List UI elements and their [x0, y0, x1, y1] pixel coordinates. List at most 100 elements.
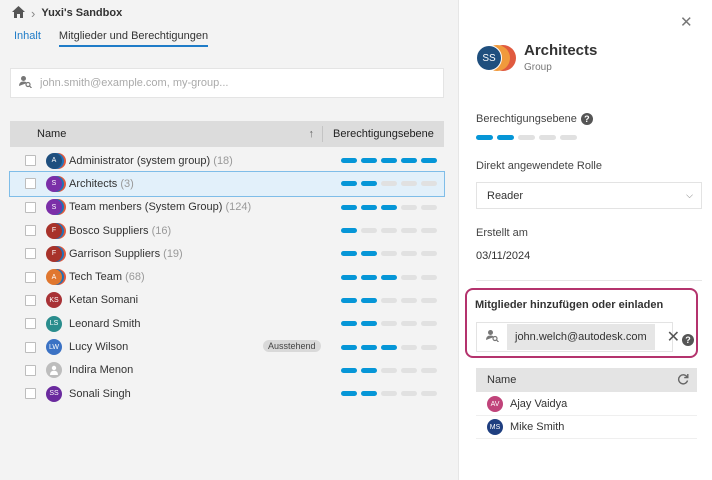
permission-level-bars	[341, 297, 437, 303]
table-row[interactable]: SS Sonali Singh	[10, 382, 444, 405]
permission-bar	[401, 204, 417, 210]
row-count: (18)	[213, 154, 233, 167]
permission-bar	[381, 274, 397, 280]
permission-bar	[381, 297, 397, 303]
row-checkbox[interactable]	[25, 271, 36, 283]
table-row[interactable]: LW Lucy Wilson Ausstehend	[10, 335, 444, 358]
table-header: Name ↑ Berechtigungsebene	[10, 121, 444, 147]
permission-level-bars	[341, 158, 437, 164]
permission-bar	[361, 274, 377, 280]
table-row[interactable]: KS Ketan Somani	[10, 289, 444, 312]
row-count: (16)	[151, 224, 172, 237]
permission-bar	[421, 274, 437, 280]
invite-chip: john.welch@autodesk.com	[507, 324, 655, 350]
permission-bar	[401, 181, 417, 187]
table-row[interactable]: S Team menbers (System Group) (124)	[10, 196, 444, 219]
permission-bar	[361, 344, 377, 350]
row-checkbox[interactable]	[25, 294, 36, 306]
row-count: (124)	[225, 201, 252, 214]
column-name[interactable]: Name ↑	[10, 128, 322, 140]
column-permission[interactable]: Berechtigungsebene	[322, 126, 444, 142]
row-checkbox[interactable]	[25, 341, 36, 353]
permission-bar	[341, 391, 357, 397]
clear-icon[interactable]: ✕	[667, 327, 680, 347]
project-title[interactable]: Yuxi's Sandbox	[41, 7, 122, 19]
invite-input[interactable]: john.welch@autodesk.com ✕	[476, 322, 680, 352]
row-checkbox[interactable]	[25, 225, 36, 237]
row-checkbox[interactable]	[25, 178, 36, 190]
permission-bar	[518, 135, 535, 140]
permission-level-bars	[341, 344, 437, 350]
search-input[interactable]	[40, 77, 420, 89]
user-icon	[46, 362, 62, 379]
permission-bar	[361, 181, 377, 187]
created-value: 03/11/2024	[476, 250, 531, 262]
permission-bar	[401, 367, 417, 373]
panel-title: Architects	[524, 42, 598, 59]
row-checkbox[interactable]	[25, 155, 36, 167]
row-count: (19)	[163, 247, 183, 260]
member-name: Mike Smith	[510, 421, 565, 433]
permission-bar	[361, 158, 377, 164]
help-icon[interactable]: ?	[580, 113, 593, 126]
permission-bar	[361, 367, 377, 373]
table-row[interactable]: LS Leonard Smith	[10, 312, 444, 335]
list-item[interactable]: MS Mike Smith	[476, 416, 697, 439]
permission-bar	[361, 297, 377, 303]
permission-bar	[421, 158, 437, 164]
tab-inhalt[interactable]: Inhalt	[14, 30, 41, 47]
row-checkbox[interactable]	[25, 388, 36, 400]
row-name: Garrison Suppliers (19)	[69, 247, 183, 260]
tab-members[interactable]: Mitglieder und Berechtigungen	[58, 30, 209, 47]
table-row[interactable]: F Bosco Suppliers (16)	[10, 219, 444, 242]
table-row[interactable]: S Architects (3)	[9, 171, 445, 197]
table-row[interactable]: A Administrator (system group) (18)	[10, 149, 444, 172]
row-checkbox[interactable]	[25, 248, 36, 260]
role-label: Direkt angewendete Rolle	[476, 160, 602, 172]
invite-title: Mitglieder hinzufügen oder einladen	[475, 299, 664, 311]
role-select[interactable]: Reader ⌵	[476, 182, 702, 209]
permission-level-bars	[341, 228, 437, 234]
table-row[interactable]: F Garrison Suppliers (19)	[10, 242, 444, 265]
avatar: LW	[46, 339, 62, 356]
permission-bar	[361, 228, 377, 234]
member-name: Ajay Vaidya	[510, 398, 568, 410]
refresh-icon[interactable]	[677, 373, 689, 388]
home-icon[interactable]	[12, 5, 25, 21]
permission-bar	[341, 274, 357, 280]
table-row[interactable]: A Tech Team (68)	[10, 265, 444, 288]
user-search-icon	[19, 75, 32, 91]
row-checkbox[interactable]	[25, 364, 36, 376]
row-checkbox[interactable]	[25, 201, 36, 213]
permission-bar	[421, 181, 437, 187]
list-item[interactable]: AV Ajay Vaidya	[476, 393, 697, 416]
tab-bar: Inhalt Mitglieder und Berechtigungen	[14, 30, 209, 47]
permission-level-bars	[341, 391, 437, 397]
permission-bar	[560, 135, 577, 140]
permission-bar	[401, 158, 417, 164]
user-search-icon	[486, 329, 499, 345]
close-icon[interactable]: ✕	[680, 13, 693, 31]
permission-bar	[381, 391, 397, 397]
permission-bar	[421, 391, 437, 397]
group-avatar: F	[46, 245, 66, 262]
group-avatar: S	[46, 175, 66, 192]
permission-bar	[421, 204, 437, 210]
sort-arrow-icon[interactable]: ↑	[309, 128, 315, 140]
avatar: LS	[46, 315, 62, 332]
permission-bar	[341, 321, 357, 327]
row-name: Architects (3)	[69, 177, 134, 190]
help-icon[interactable]: ?	[682, 334, 694, 346]
permission-level-bars	[341, 274, 437, 280]
row-checkbox[interactable]	[25, 318, 36, 330]
permission-label: Berechtigungsebene?	[476, 113, 593, 126]
breadcrumb: › Yuxi's Sandbox	[12, 5, 122, 21]
permission-bar	[361, 391, 377, 397]
table-row[interactable]: Indira Menon	[10, 359, 444, 382]
chevron-down-icon: ⌵	[686, 190, 693, 200]
permission-level-bars	[341, 181, 437, 187]
permission-bar	[381, 321, 397, 327]
permission-bar	[401, 274, 417, 280]
permission-bar	[539, 135, 556, 140]
row-name: Leonard Smith	[69, 317, 141, 330]
